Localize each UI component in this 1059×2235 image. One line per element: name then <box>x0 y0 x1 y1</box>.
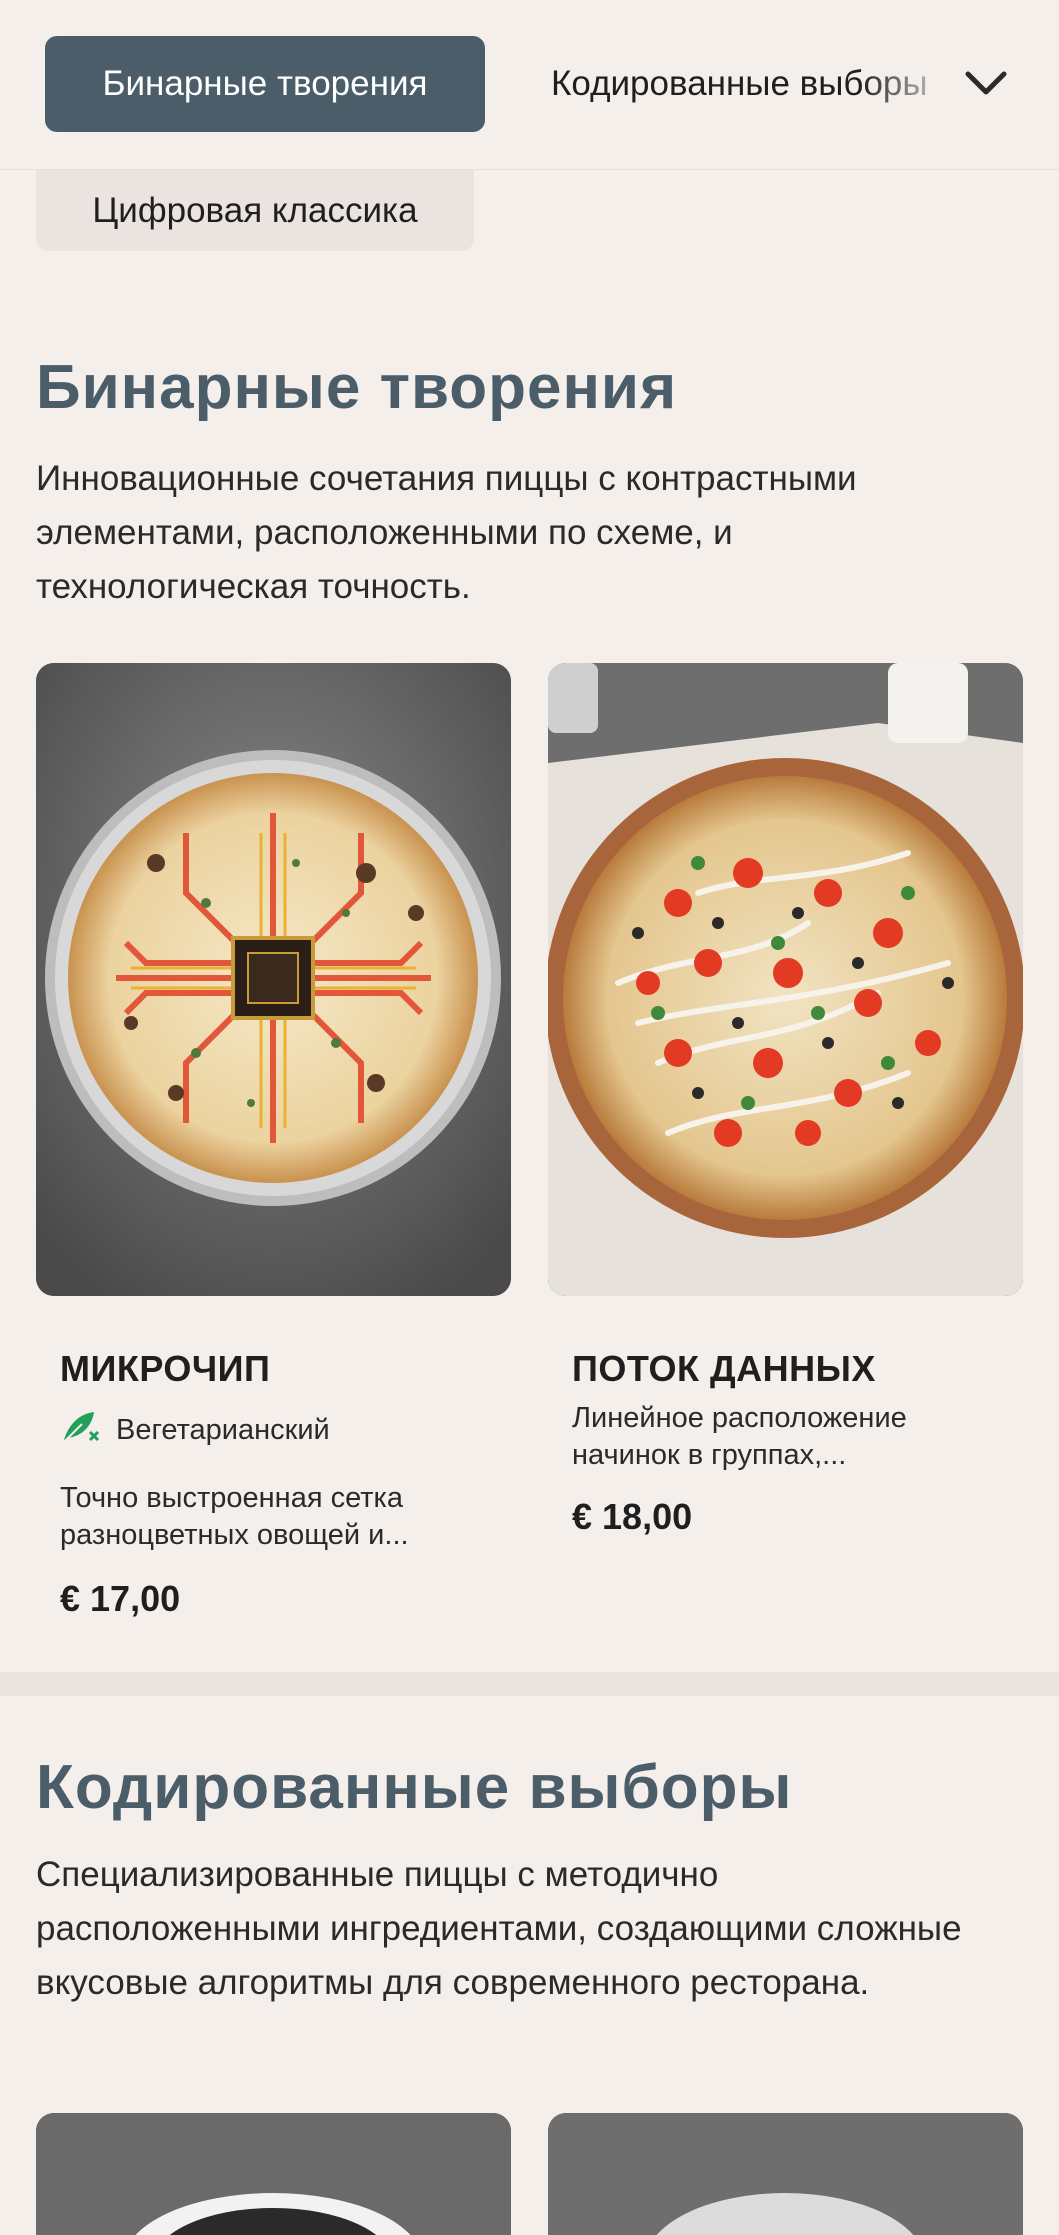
section-title: Кодированные выборы <box>36 1753 793 1822</box>
tab-digital-classics[interactable]: Цифровая классика <box>36 170 474 251</box>
item-price: € 18,00 <box>572 1496 693 1537</box>
item-name[interactable]: ПОТОК ДАННЫХ <box>572 1348 876 1390</box>
section-description: Инновационные сочетания пиццы с контраст… <box>36 459 857 606</box>
vegetarian-label: Вегетарианский <box>116 1413 330 1446</box>
tab-binary-creations[interactable]: Бинарные творения <box>45 36 485 132</box>
item-description: Точно выстроенная сетка разноцветных ово… <box>60 1482 409 1551</box>
tab-overflow-fade <box>860 20 960 150</box>
category-nav: Бинарные творения Кодированные выборы <box>0 0 1059 170</box>
pizza-image-microchip[interactable] <box>36 663 511 1296</box>
item-price: € 17,00 <box>60 1578 181 1619</box>
section-title: Бинарные творения <box>36 353 678 422</box>
item-description: Линейное расположение начинок в группах,… <box>572 1402 907 1471</box>
section-description: Специализированные пиццы с методично рас… <box>36 1855 962 2002</box>
section-divider <box>0 1672 1059 1696</box>
vegetarian-badge: Вегетарианский <box>60 1408 330 1452</box>
chevron-down-icon[interactable] <box>958 56 1014 112</box>
vegetarian-leaf-icon <box>60 1408 102 1452</box>
pizza-image[interactable] <box>548 2113 1023 2235</box>
item-name[interactable]: МИКРОЧИП <box>60 1348 270 1390</box>
pizza-image-data-stream[interactable] <box>548 663 1023 1296</box>
pizza-image[interactable] <box>36 2113 511 2235</box>
